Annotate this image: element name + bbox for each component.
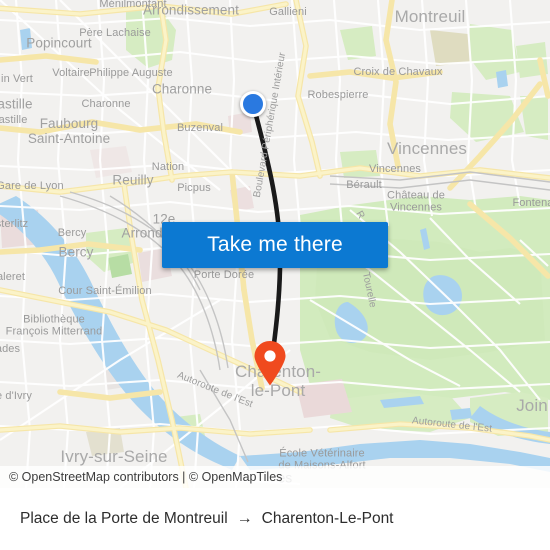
map-pin-icon: [254, 341, 286, 386]
map-attribution-bar[interactable]: © OpenStreetMap contributors | © OpenMap…: [0, 466, 550, 488]
arrow-right-icon: →: [236, 510, 253, 527]
route-summary: Place de la Porte de Montreuil → Charent…: [20, 510, 394, 528]
take-me-there-label: Take me there: [207, 233, 343, 256]
trip-footer-bar: Place de la Porte de Montreuil → Charent…: [0, 488, 550, 550]
route-destination-label: Charenton-Le-Pont: [261, 510, 394, 527]
take-me-there-button[interactable]: Take me there: [162, 222, 388, 268]
attribution-text: © OpenStreetMap contributors | © OpenMap…: [9, 470, 283, 484]
route-origin-label: Place de la Porte de Montreuil: [20, 510, 228, 527]
map-canvas[interactable]: Ménilmontant Arrondissement Gallieni Montre…: [0, 0, 550, 488]
origin-marker[interactable]: [240, 91, 266, 117]
moovit-trip-map-screen: Ménilmontant Arrondissement Gallieni Montre…: [0, 0, 550, 550]
destination-marker[interactable]: [253, 340, 287, 386]
